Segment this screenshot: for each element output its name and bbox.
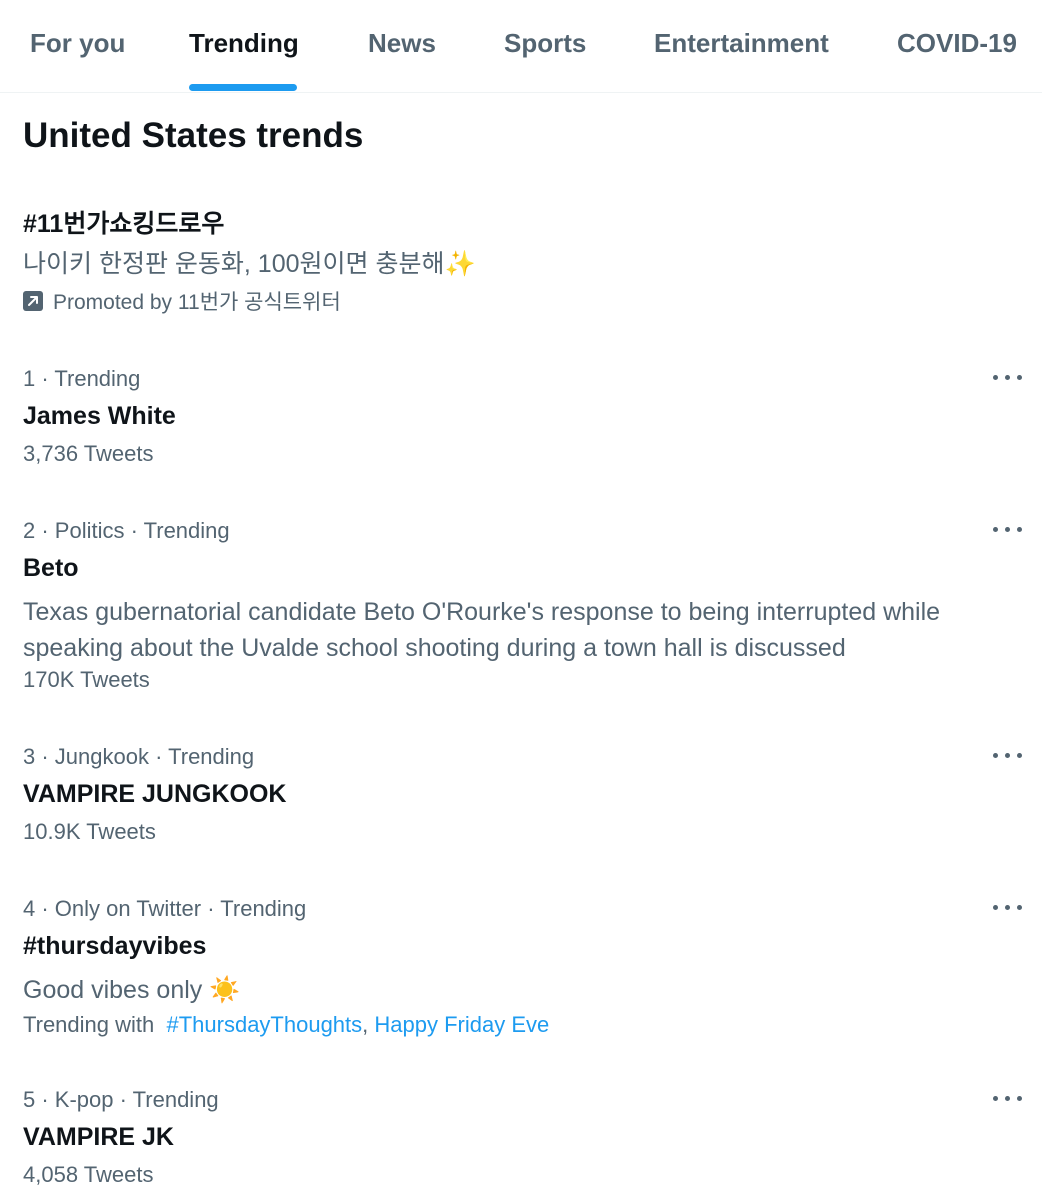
- trend-tweet-count: 10.9K Tweets: [23, 819, 156, 844]
- section-title: United States trends: [23, 116, 364, 155]
- trend-item[interactable]: 4 · Only on Twitter · Trending #thursday…: [23, 896, 1023, 1046]
- tab-sports[interactable]: Sports: [504, 28, 586, 59]
- trending-with-separator: ,: [362, 1012, 369, 1037]
- more-dots-icon[interactable]: [993, 366, 1023, 390]
- trend-name: VAMPIRE JUNGKOOK: [23, 780, 287, 808]
- more-dots-icon[interactable]: [993, 1087, 1023, 1111]
- active-tab-indicator: [189, 84, 297, 91]
- trend-description-text: Good vibes only: [23, 976, 203, 1004]
- trending-with: Trending with #ThursdayThoughts, Happy F…: [23, 1012, 549, 1038]
- tab-trending[interactable]: Trending: [189, 28, 299, 59]
- promoted-arrow-icon: [23, 291, 43, 311]
- trend-name: VAMPIRE JK: [23, 1123, 174, 1151]
- promoted-trend-description: 나이키 한정판 운동화, 100원이면 충분해✨: [23, 244, 476, 280]
- more-dots-icon[interactable]: [993, 518, 1023, 542]
- trend-name: #thursdayvibes: [23, 932, 207, 960]
- promoted-by-label: Promoted by 11번가 공식트위터: [53, 291, 341, 314]
- tab-covid-19[interactable]: COVID-19: [897, 28, 1017, 59]
- sparkles-emoji: ✨: [444, 250, 476, 278]
- trend-description: Texas gubernatorial candidate Beto O'Rou…: [23, 598, 941, 662]
- trend-meta: 4 · Only on Twitter · Trending: [23, 896, 307, 921]
- trend-tweet-count: 3,736 Tweets: [23, 441, 154, 466]
- trend-name: Beto: [23, 554, 79, 582]
- trending-with-link[interactable]: Happy Friday Eve: [374, 1012, 549, 1037]
- trend-tweet-count: 170K Tweets: [23, 667, 150, 692]
- more-dots-icon[interactable]: [993, 744, 1023, 768]
- trend-item[interactable]: 2 · Politics · Trending Beto Texas guber…: [23, 518, 1023, 698]
- trend-item[interactable]: 5 · K-pop · Trending VAMPIRE JK 4,058 Tw…: [23, 1087, 1023, 1197]
- tab-news[interactable]: News: [368, 28, 436, 59]
- promoted-by: Promoted by 11번가 공식트위터: [23, 286, 341, 316]
- trend-name: James White: [23, 402, 176, 430]
- trend-meta: 2 · Politics · Trending: [23, 518, 230, 543]
- explore-tab-bar: For you Trending News Sports Entertainme…: [0, 0, 1042, 93]
- trending-with-link[interactable]: #ThursdayThoughts: [166, 1012, 362, 1037]
- tab-for-you[interactable]: For you: [30, 28, 125, 59]
- trend-meta: 5 · K-pop · Trending: [23, 1087, 219, 1112]
- trend-item[interactable]: 1 · Trending James White 3,736 Tweets: [23, 366, 1023, 476]
- trend-meta: 1 · Trending: [23, 366, 141, 391]
- promoted-description-text: 나이키 한정판 운동화, 100원이면 충분해: [23, 250, 445, 278]
- trending-with-label: Trending with: [23, 1012, 155, 1037]
- trend-item[interactable]: 3 · Jungkook · Trending VAMPIRE JUNGKOOK…: [23, 744, 1023, 854]
- trend-meta: 3 · Jungkook · Trending: [23, 744, 255, 769]
- trend-description: Good vibes only ☀️: [23, 972, 1013, 1008]
- tab-entertainment[interactable]: Entertainment: [654, 28, 829, 59]
- trend-tweet-count: 4,058 Tweets: [23, 1162, 154, 1187]
- promoted-trend-title: #11번가쇼킹드로우: [23, 210, 225, 238]
- more-dots-icon[interactable]: [993, 896, 1023, 920]
- sun-emoji: ☀️: [209, 976, 241, 1004]
